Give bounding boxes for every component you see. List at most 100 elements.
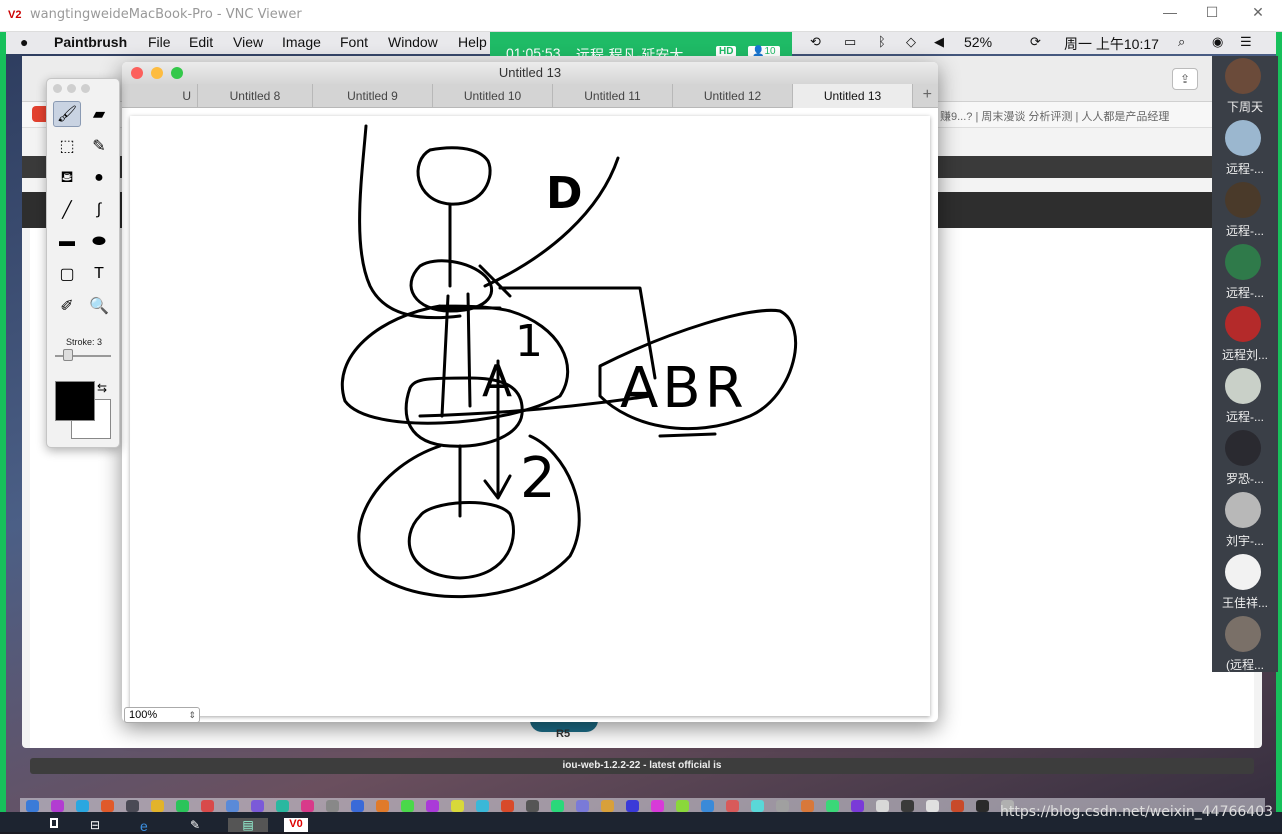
foreground-color-well[interactable] <box>55 381 95 421</box>
dock-app-icon[interactable] <box>401 800 414 812</box>
menu-image[interactable]: Image <box>282 34 321 50</box>
palette-zoom-button[interactable] <box>81 84 90 93</box>
menu-paintbrush[interactable]: Paintbrush <box>54 34 127 50</box>
tab-untitled-partial[interactable]: U <box>122 84 198 108</box>
dock-app-icon[interactable] <box>601 800 614 812</box>
tab-untitled-13[interactable]: Untitled 13 <box>793 84 913 108</box>
dock-app-icon[interactable] <box>676 800 689 812</box>
dock-app-icon[interactable] <box>251 800 264 812</box>
window-close-button[interactable] <box>131 67 143 79</box>
bluetooth-icon[interactable]: ᛒ <box>878 34 886 49</box>
zoom-select[interactable]: 100% ⇕ <box>124 707 200 723</box>
palette-minimize-button[interactable] <box>67 84 76 93</box>
dock-app-icon[interactable] <box>351 800 364 812</box>
new-tab-icon[interactable]: + <box>923 86 932 104</box>
dock-app-icon[interactable] <box>876 800 889 812</box>
paint-app-icon[interactable]: ✎ <box>190 818 208 832</box>
eyedropper-icon[interactable]: ✐ <box>53 293 81 319</box>
dock-app-icon[interactable] <box>226 800 239 812</box>
search-icon[interactable] <box>50 818 58 828</box>
menu-view[interactable]: View <box>233 34 263 50</box>
volume-icon[interactable]: ◀ <box>934 34 944 50</box>
vnc-task-icon[interactable]: ▤ <box>228 818 268 832</box>
bomb-icon[interactable]: ● <box>85 165 113 191</box>
participant-item[interactable]: 罗恐-... <box>1212 430 1278 492</box>
magnifier-icon[interactable]: 🔍 <box>85 293 113 319</box>
dock-app-icon[interactable] <box>901 800 914 812</box>
dock-app-icon[interactable] <box>851 800 864 812</box>
vnc-viewer-task-icon[interactable]: V0 <box>284 818 308 832</box>
menubar-clock[interactable]: 周一 上午10:17 <box>1064 34 1159 54</box>
dock-app-icon[interactable] <box>801 800 814 812</box>
time-machine-icon[interactable]: ⟲ <box>810 34 821 50</box>
menu-font[interactable]: Font <box>340 34 368 50</box>
participant-item[interactable]: 远程-... <box>1212 368 1278 430</box>
participant-item[interactable]: 远程-... <box>1212 244 1278 306</box>
airplay-icon[interactable]: ▭ <box>844 34 856 50</box>
dock-app-icon[interactable] <box>626 800 639 812</box>
drawing-canvas[interactable]: D 1 A ABR 2 <box>130 116 930 716</box>
dock-app-icon[interactable] <box>301 800 314 812</box>
rectangle-icon[interactable]: ▬ <box>53 229 81 255</box>
dock-app-icon[interactable] <box>176 800 189 812</box>
dock-app-icon[interactable] <box>576 800 589 812</box>
tab-untitled-12[interactable]: Untitled 12 <box>673 84 793 108</box>
dock-app-icon[interactable] <box>826 800 839 812</box>
dock-app-icon[interactable] <box>201 800 214 812</box>
dock-app-icon[interactable] <box>376 800 389 812</box>
dock-app-icon[interactable] <box>76 800 89 812</box>
task-view-icon[interactable]: ⊟ <box>90 818 108 832</box>
dock-app-icon[interactable] <box>26 800 39 812</box>
apple-icon[interactable]: ● <box>20 34 28 50</box>
dock-app-icon[interactable] <box>651 800 664 812</box>
participant-item[interactable]: 下周天 <box>1212 58 1278 120</box>
tab-untitled-11[interactable]: Untitled 11 <box>553 84 673 108</box>
dock-app-icon[interactable] <box>276 800 289 812</box>
battery-label[interactable]: 52% <box>964 34 992 50</box>
dock-app-icon[interactable] <box>976 800 989 812</box>
tab-untitled-8[interactable]: Untitled 8 <box>198 84 313 108</box>
tab-untitled-10[interactable]: Untitled 10 <box>433 84 553 108</box>
ellipse-icon[interactable]: ⬬ <box>85 229 113 255</box>
dock-app-icon[interactable] <box>451 800 464 812</box>
participant-item[interactable]: 远程-... <box>1212 120 1278 182</box>
curve-icon[interactable]: ∫ <box>85 197 113 223</box>
sync-icon[interactable]: ⟳ <box>1030 34 1041 50</box>
participant-item[interactable]: 王佳祥... <box>1212 554 1278 616</box>
notification-center-icon[interactable]: ☰ <box>1240 34 1252 50</box>
paintbrush-icon[interactable]: 🖌 <box>53 101 81 127</box>
participant-item[interactable]: 远程刘... <box>1212 306 1278 368</box>
dock-app-icon[interactable] <box>726 800 739 812</box>
dock-app-icon[interactable] <box>926 800 939 812</box>
tab-untitled-9[interactable]: Untitled 9 <box>313 84 433 108</box>
magic-wand-icon[interactable]: ✎ <box>85 133 113 159</box>
dock-app-icon[interactable] <box>51 800 64 812</box>
share-icon[interactable]: ⇪ <box>1172 68 1198 90</box>
menu-edit[interactable]: Edit <box>189 34 213 50</box>
participant-item[interactable]: (远程... <box>1212 616 1278 678</box>
spotlight-icon[interactable]: ⌕ <box>1178 34 1185 50</box>
edge-icon[interactable]: e <box>140 818 158 834</box>
maximize-button[interactable]: ☐ <box>1202 4 1222 21</box>
rect-select-icon[interactable]: ⬚ <box>53 133 81 159</box>
wifi-icon[interactable]: ◇ <box>906 34 916 50</box>
dock-app-icon[interactable] <box>776 800 789 812</box>
dock-app-icon[interactable] <box>551 800 564 812</box>
menu-file[interactable]: File <box>148 34 171 50</box>
participant-item[interactable]: 远程-... <box>1212 182 1278 244</box>
rounded-rect-icon[interactable]: ▢ <box>53 261 81 287</box>
siri-icon[interactable]: ◉ <box>1212 34 1223 50</box>
dock-app-icon[interactable] <box>126 800 139 812</box>
menu-window[interactable]: Window <box>388 34 438 50</box>
dock-app-icon[interactable] <box>426 800 439 812</box>
close-button[interactable]: ✕ <box>1248 4 1268 21</box>
dock-app-icon[interactable] <box>326 800 339 812</box>
paint-bucket-icon[interactable]: ⛾ <box>53 165 81 191</box>
palette-close-button[interactable] <box>53 84 62 93</box>
dock-app-icon[interactable] <box>501 800 514 812</box>
minimize-button[interactable]: — <box>1160 4 1180 20</box>
dock-app-icon[interactable] <box>101 800 114 812</box>
dock-app-icon[interactable] <box>151 800 164 812</box>
dock-app-icon[interactable] <box>476 800 489 812</box>
line-icon[interactable]: ╱ <box>53 197 81 223</box>
